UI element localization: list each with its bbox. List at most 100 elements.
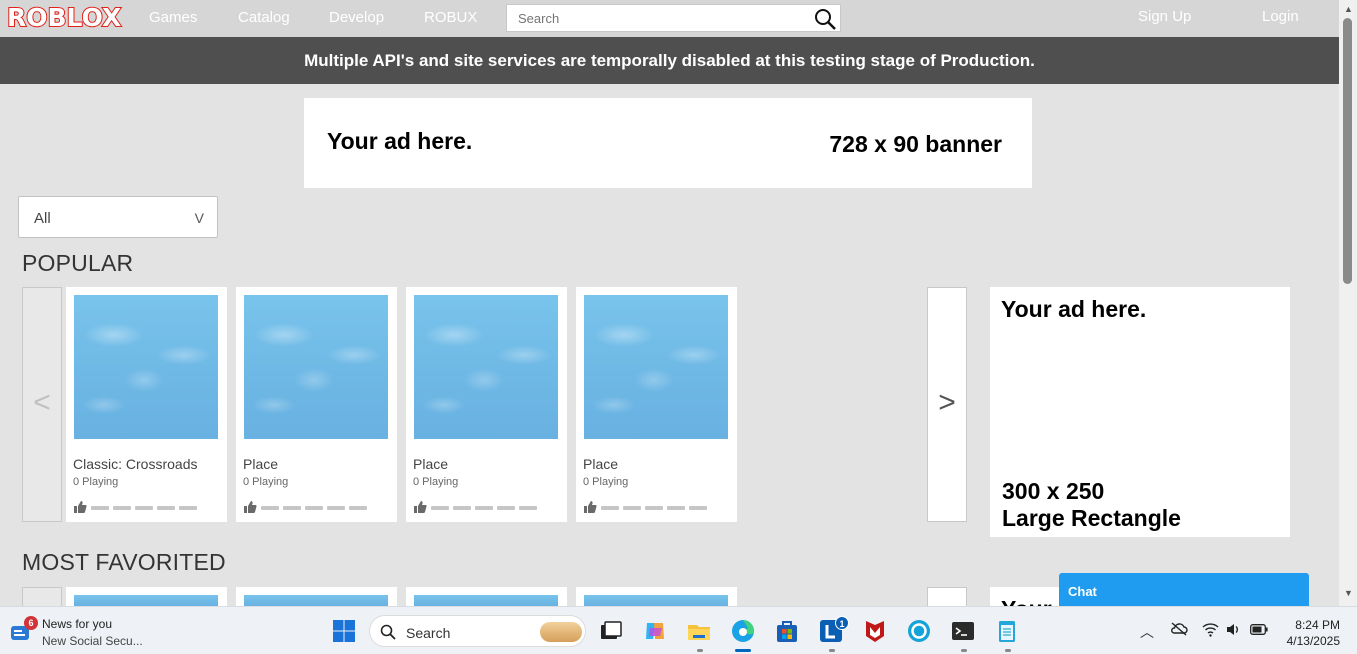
- news-subtitle[interactable]: New Social Secu...: [42, 634, 143, 648]
- rating-segment: [305, 506, 323, 510]
- scrollbar-thumb[interactable]: [1343, 18, 1352, 284]
- ad-rectangle[interactable]: Your ad here. 300 x 250 Large Rectangle: [990, 287, 1290, 537]
- running-indicator: [961, 649, 967, 652]
- signup-link[interactable]: Sign Up: [1138, 8, 1191, 25]
- battery-icon[interactable]: [1250, 624, 1268, 635]
- section-title-popular: POPULAR: [22, 250, 134, 276]
- taskbar-search-label: Search: [406, 625, 451, 641]
- taskbar-search[interactable]: Search: [369, 615, 586, 647]
- nav-games[interactable]: Games: [149, 9, 197, 26]
- rating-segment: [475, 506, 493, 510]
- mcafee-icon[interactable]: [861, 617, 889, 645]
- game-card[interactable]: [406, 587, 567, 607]
- carousel-prev-button[interactable]: [22, 587, 62, 607]
- ad-banner-size: 728 x 90 banner: [829, 131, 1002, 157]
- running-indicator: [1005, 649, 1011, 652]
- chat-widget[interactable]: Chat: [1059, 573, 1309, 606]
- active-indicator: [735, 649, 751, 652]
- carousel-prev-button[interactable]: <: [22, 287, 62, 522]
- game-name: Place: [243, 456, 279, 472]
- system-clock[interactable]: 8:24 PM 4/13/2025: [1284, 617, 1340, 649]
- rating-segment: [157, 506, 175, 510]
- cloud-offline-icon[interactable]: [1170, 621, 1188, 637]
- game-card[interactable]: [576, 587, 737, 607]
- chevron-right-icon: >: [938, 386, 956, 419]
- rating-segment: [113, 506, 131, 510]
- rating-segment: [349, 506, 367, 510]
- ad-rectangle-dimensions: 300 x 250: [1002, 478, 1105, 504]
- nav-robux[interactable]: ROBUX: [424, 9, 477, 26]
- chevron-up-icon[interactable]: ︿: [1140, 622, 1154, 642]
- ad-rectangle-size: 300 x 250 Large Rectangle: [1002, 478, 1181, 532]
- player-count: 0 Playing: [413, 476, 459, 488]
- game-card[interactable]: Classic: Crossroads 0 Playing: [66, 287, 227, 522]
- alexa-icon[interactable]: [905, 617, 933, 645]
- carousel-next-button[interactable]: >: [927, 287, 967, 522]
- app-notification-badge: 1: [835, 616, 849, 630]
- chevron-left-icon: <: [33, 386, 51, 419]
- wifi-icon[interactable]: [1202, 622, 1219, 637]
- game-thumbnail[interactable]: [414, 295, 558, 439]
- file-explorer-icon[interactable]: [685, 617, 713, 645]
- rating-segment: [327, 506, 345, 510]
- thumbs-up-icon: [244, 501, 257, 513]
- copilot-icon[interactable]: [641, 617, 669, 645]
- game-card[interactable]: [66, 587, 227, 607]
- login-link[interactable]: Login: [1262, 8, 1299, 25]
- scroll-down-icon[interactable]: ▼: [1344, 588, 1353, 598]
- game-card[interactable]: Place 0 Playing: [576, 287, 737, 522]
- rating-bar: [243, 500, 383, 514]
- news-badge: 6: [24, 616, 38, 630]
- game-thumbnail[interactable]: [244, 295, 388, 439]
- running-indicator: [697, 649, 703, 652]
- top-nav: ROBLOX Games Catalog Develop ROBUX Sign …: [0, 0, 1339, 37]
- game-thumbnail[interactable]: [584, 295, 728, 439]
- news-title[interactable]: News for you: [42, 617, 112, 631]
- rating-segment: [135, 506, 153, 510]
- running-indicator: [829, 649, 835, 652]
- game-name: Place: [583, 456, 619, 472]
- carousel-next-button[interactable]: [927, 587, 967, 607]
- thumbs-up-icon: [584, 501, 597, 513]
- scroll-up-icon[interactable]: ▲: [1344, 4, 1353, 14]
- game-name: Classic: Crossroads: [73, 456, 198, 472]
- search-icon[interactable]: [813, 7, 837, 31]
- terminal-icon[interactable]: [949, 617, 977, 645]
- rating-segment: [91, 506, 109, 510]
- rating-segment: [431, 506, 449, 510]
- volume-icon[interactable]: [1225, 622, 1242, 637]
- game-card[interactable]: Place 0 Playing: [236, 287, 397, 522]
- clock-time: 8:24 PM: [1295, 618, 1340, 632]
- search-input[interactable]: [518, 11, 798, 26]
- ad-banner[interactable]: Your ad here. 728 x 90 banner: [304, 98, 1032, 188]
- rating-segment: [667, 506, 685, 510]
- chevron-down-icon: V: [194, 210, 204, 226]
- clock-date: 4/13/2025: [1286, 634, 1340, 648]
- notepad-icon[interactable]: [993, 617, 1021, 645]
- nav-develop[interactable]: Develop: [329, 9, 384, 26]
- microsoft-store-icon[interactable]: [773, 617, 801, 645]
- rating-segment: [689, 506, 707, 510]
- windows-start-icon[interactable]: [330, 617, 358, 645]
- game-card[interactable]: [236, 587, 397, 607]
- thumbs-up-icon: [74, 501, 87, 513]
- page-scrollbar[interactable]: ▲ ▼: [1339, 0, 1357, 606]
- edge-browser-icon[interactable]: [729, 617, 757, 645]
- player-count: 0 Playing: [73, 476, 119, 488]
- roblox-logo[interactable]: ROBLOX: [6, 2, 122, 33]
- game-card[interactable]: Place 0 Playing: [406, 287, 567, 522]
- player-count: 0 Playing: [243, 476, 289, 488]
- windows-taskbar: 6 News for you New Social Secu... Search: [0, 606, 1357, 654]
- game-name: Place: [413, 456, 449, 472]
- search-highlight-image: [540, 622, 582, 642]
- ad-rectangle-type: Large Rectangle: [1002, 505, 1181, 531]
- games-filter-dropdown[interactable]: All V: [18, 196, 218, 238]
- game-thumbnail[interactable]: [74, 295, 218, 439]
- rating-bar: [413, 500, 553, 514]
- ad-banner-text: Your ad here.: [327, 128, 473, 154]
- task-view-icon[interactable]: [597, 617, 625, 645]
- site-alert-banner: Multiple API's and site services are tem…: [0, 37, 1339, 84]
- rating-segment: [283, 506, 301, 510]
- rating-bar: [583, 500, 723, 514]
- nav-catalog[interactable]: Catalog: [238, 9, 290, 26]
